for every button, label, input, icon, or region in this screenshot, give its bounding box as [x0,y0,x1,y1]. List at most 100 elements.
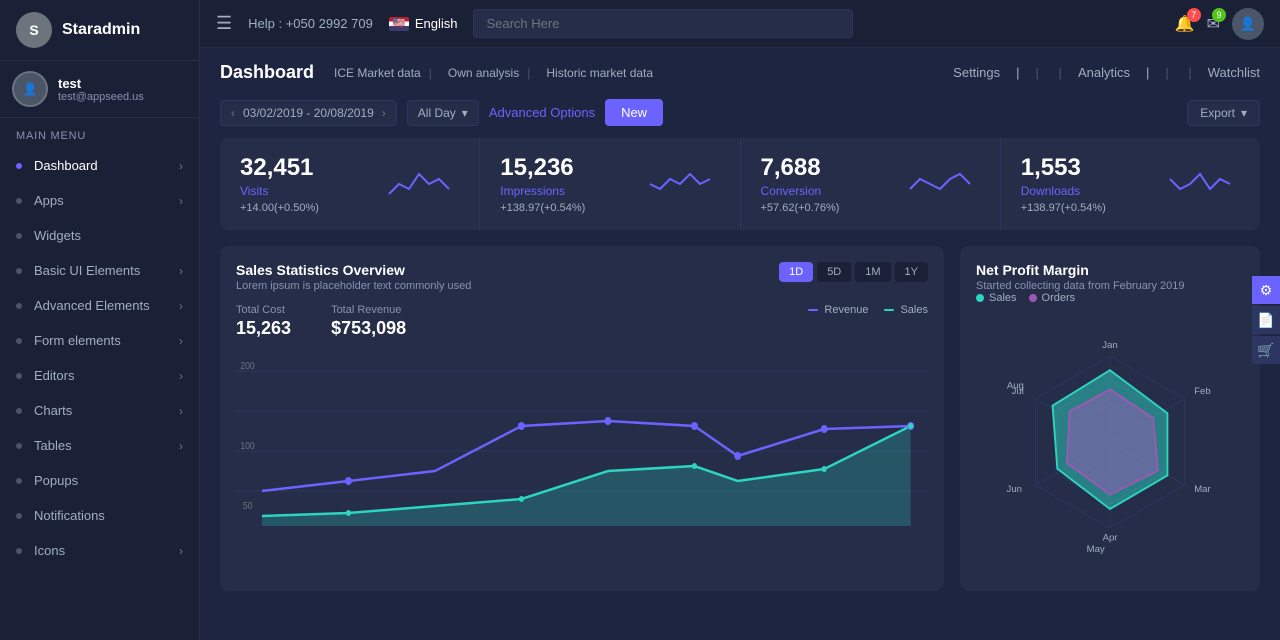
legend-color [808,309,818,311]
topnav: ☰ Help : +050 2992 709 🇺🇸 English 🔔 7 ✉ … [200,0,1280,48]
dashboard-action-analytics[interactable]: Analytics [1078,65,1149,80]
menu-dot [16,373,22,379]
stat-label: Downloads [1021,184,1106,198]
sidebar-item-charts[interactable]: Charts › [0,393,199,428]
svg-text:Aug: Aug [1007,380,1024,391]
stat-sparkline [379,164,459,204]
chevron-right-icon: › [179,194,183,208]
next-arrow[interactable]: › [382,106,386,120]
dashboard-tab-2[interactable]: Historic market data [538,66,661,80]
sidebar-item-label: Basic UI Elements [34,263,140,278]
search-input[interactable] [473,9,853,38]
sidebar-item-label: Dashboard [34,158,98,173]
export-button[interactable]: Export ▾ [1187,100,1260,126]
notifications-icon[interactable]: 🔔 7 [1175,14,1195,34]
period-tabs: 1D5D1M1Y [779,262,928,282]
legend-item-revenue: Revenue [808,304,868,316]
hamburger-icon[interactable]: ☰ [216,13,232,34]
radar-dot [1029,294,1037,302]
total-revenue: Total Revenue $753,098 [331,304,406,339]
radar-subtitle: Started collecting data from February 20… [976,280,1185,292]
menu-item-left: Icons [16,543,65,558]
sidebar-item-notifications[interactable]: Notifications [0,498,199,533]
prev-arrow[interactable]: ‹ [231,106,235,120]
time-filter[interactable]: All Day ▾ [407,100,479,126]
menu-label: Main Menu [0,118,199,148]
mail-icon[interactable]: ✉ 9 [1207,14,1220,34]
legend-label: Revenue [824,304,868,316]
stat-label: Impressions [500,184,585,198]
period-tab-1y[interactable]: 1Y [895,262,928,282]
chevron-right-icon: › [179,544,183,558]
settings-edge-button[interactable]: ⚙ [1252,276,1280,304]
page-title: Dashboard [220,62,314,83]
date-range: 03/02/2019 - 20/08/2019 [243,106,374,120]
dashboard-action-settings[interactable]: Settings [953,65,1019,80]
period-tab-1d[interactable]: 1D [779,262,813,282]
radar-chart: Net Profit Margin Started collecting dat… [960,246,1260,591]
radar-title: Net Profit Margin [976,262,1185,278]
search-bar [473,9,853,38]
chevron-right-icon: › [179,439,183,453]
sidebar-item-apps[interactable]: Apps › [0,183,199,218]
sidebar-item-popups[interactable]: Popups [0,463,199,498]
stat-left: 7,688 Conversion +57.62(+0.76%) [761,154,840,214]
stat-value: 15,236 [500,154,585,182]
sidebar-item-advanced[interactable]: Advanced Elements › [0,288,199,323]
sidebar-item-label: Form elements [34,333,121,348]
period-tab-1m[interactable]: 1M [855,262,890,282]
dashboard-tab-1[interactable]: Own analysis [440,66,539,80]
svg-text:Feb: Feb [1194,386,1210,397]
sidebar-nav: Main Menu Dashboard › Apps › Widgets Bas… [0,118,199,640]
sidebar-header: S Staradmin [0,0,199,61]
user-section: 👤 test test@appseed.us [0,61,199,118]
stat-card-impressions: 15,236 Impressions +138.97(+0.54%) [480,138,740,230]
new-button[interactable]: New [605,99,663,126]
menu-item-left: Widgets [16,228,81,243]
menu-dot [16,443,22,449]
sidebar-item-icons[interactable]: Icons › [0,533,199,568]
language-selector[interactable]: 🇺🇸 English [389,16,458,31]
sidebar-item-widgets[interactable]: Widgets [0,218,199,253]
line-chart-svg: 200 100 50 [236,351,928,531]
stat-left: 32,451 Visits +14.00(+0.50%) [240,154,319,214]
menu-item-left: Editors [16,368,74,383]
mail-badge: 9 [1212,8,1226,22]
sidebar-item-tables[interactable]: Tables › [0,428,199,463]
stat-value: 32,451 [240,154,319,182]
advanced-options-link[interactable]: Advanced Options [489,105,595,120]
dashboard-tab-0[interactable]: ICE Market data [326,66,440,80]
user-avatar-top[interactable]: 👤 [1232,8,1264,40]
dashboard-action-watchlist[interactable]: Watchlist [1208,65,1260,80]
avatar: 👤 [12,71,48,107]
sidebar-item-label: Notifications [34,508,105,523]
menu-item-left: Charts [16,403,72,418]
radar-info: Net Profit Margin Started collecting dat… [976,262,1185,292]
legend-color [884,309,894,311]
user-name: test [58,76,144,91]
sidebar-item-form[interactable]: Form elements › [0,323,199,358]
cart-edge-button[interactable]: 🛒 [1252,336,1280,364]
right-edge-panel: ⚙ 📄 🛒 [1252,276,1280,364]
sidebar-item-basic-ui[interactable]: Basic UI Elements › [0,253,199,288]
stat-card-downloads: 1,553 Downloads +138.97(+0.54%) [1001,138,1260,230]
period-tab-5d[interactable]: 5D [817,262,851,282]
total-cost-value: 15,263 [236,318,291,339]
sidebar: S Staradmin 👤 test test@appseed.us Main … [0,0,200,640]
notification-badge: 7 [1187,8,1201,22]
menu-item-left: Popups [16,473,78,488]
svg-text:200: 200 [240,360,254,371]
sidebar-item-dashboard[interactable]: Dashboard › [0,148,199,183]
date-picker[interactable]: ‹ 03/02/2019 - 20/08/2019 › [220,100,397,126]
radar-legend-label: Orders [1042,292,1076,304]
sidebar-item-editors[interactable]: Editors › [0,358,199,393]
file-edge-button[interactable]: 📄 [1252,306,1280,334]
language-label: English [415,16,458,31]
menu-item-left: Form elements [16,333,121,348]
radar-chart-svg: Jan Feb Mar Apr May Jun Jul Aug [976,312,1244,572]
time-filter-label: All Day [418,106,456,120]
sales-chart: Sales Statistics Overview Lorem ipsum is… [220,246,944,591]
svg-text:May: May [1087,544,1105,555]
user-info: test test@appseed.us [58,76,144,103]
chevron-right-icon: › [179,369,183,383]
